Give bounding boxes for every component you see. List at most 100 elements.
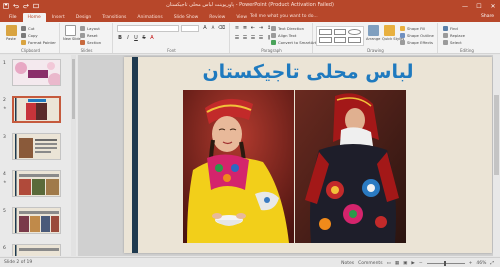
tab-file[interactable]: File [4, 13, 22, 22]
slide-thumbnail-1[interactable] [12, 59, 61, 86]
shape-oval[interactable] [348, 29, 361, 35]
slide-thumbnail-6[interactable] [12, 244, 61, 256]
find-button[interactable]: Find [443, 25, 458, 31]
slide-sorter-icon[interactable]: ▦ [395, 261, 399, 266]
shape-rect[interactable] [333, 37, 347, 43]
paste-button[interactable]: Paste [4, 25, 18, 45]
quick-styles-button[interactable]: Quick Styles [382, 25, 404, 45]
align-text-button[interactable]: Align Text [271, 32, 296, 38]
shapes-gallery[interactable] [316, 26, 364, 46]
notes-button[interactable]: Notes [341, 261, 354, 266]
numbering-icon[interactable]: ≣ [242, 25, 248, 31]
canvas-scrollbar[interactable] [493, 55, 500, 256]
bold-button[interactable]: B [117, 35, 123, 41]
font-size-buttons: A A ⌫ [202, 25, 225, 31]
tell-me-search[interactable]: Tell me what you want to do... [250, 14, 318, 19]
tab-slide-show[interactable]: Slide Show [169, 13, 204, 22]
shape-effects-icon [400, 39, 405, 45]
share-button[interactable]: Share [481, 14, 494, 19]
arrange-button[interactable]: Arrange [366, 25, 380, 45]
align-center-icon[interactable]: ☰ [242, 35, 248, 41]
reset-button[interactable]: Reset [80, 32, 98, 38]
slide-thumbnail-4[interactable] [12, 170, 61, 197]
tab-review[interactable]: Review [204, 13, 230, 22]
tab-transitions[interactable]: Transitions [97, 13, 131, 22]
select-button[interactable]: Select [443, 39, 462, 45]
decrease-font-icon[interactable]: A [210, 25, 216, 31]
format-painter-button[interactable]: Format Painter [21, 39, 56, 45]
save-icon[interactable] [2, 2, 9, 9]
maximize-button[interactable]: ☐ [472, 0, 486, 12]
tab-animations[interactable]: Animations [132, 13, 167, 22]
current-slide[interactable]: لباس محلی تاجیکستان [124, 57, 492, 253]
shape-fill-button[interactable]: Shape Fill [400, 25, 425, 31]
shape-effects-button[interactable]: Shape Effects [400, 39, 433, 45]
comments-button[interactable]: Comments [358, 261, 382, 266]
italic-button[interactable]: I [125, 35, 131, 41]
shape-rect[interactable] [319, 29, 332, 35]
slide-thumbnail-2[interactable] [12, 96, 61, 123]
tab-view[interactable]: View [231, 13, 252, 22]
increase-indent-icon[interactable]: ⇥ [258, 25, 264, 31]
shape-rect[interactable] [348, 37, 361, 43]
section-button[interactable]: Section [80, 39, 101, 45]
photo-woman-traditional-robe[interactable] [295, 90, 406, 243]
tab-home[interactable]: Home [22, 13, 46, 22]
underline-button[interactable]: U [133, 35, 139, 41]
paste-icon [5, 25, 17, 36]
decrease-indent-icon[interactable]: ⇤ [250, 25, 256, 31]
tab-design[interactable]: Design [71, 13, 97, 22]
smartart-icon [271, 39, 276, 45]
slide-title[interactable]: لباس محلی تاجیکستان [164, 59, 452, 85]
ribbon-tabs: File Home Insert Design Transitions Anim… [4, 13, 252, 22]
redo-icon[interactable] [22, 2, 29, 9]
close-button[interactable]: ✕ [486, 0, 500, 12]
strikethrough-button[interactable]: S [141, 35, 147, 41]
font-color-button[interactable]: A [149, 35, 155, 41]
align-right-icon[interactable]: ☰ [250, 35, 256, 41]
minimize-button[interactable]: — [458, 0, 472, 12]
slide-thumbnail-3[interactable] [12, 133, 61, 160]
font-size-select[interactable] [181, 25, 199, 32]
normal-view-icon[interactable]: ▭ [387, 261, 391, 266]
clear-formatting-icon[interactable]: ⌫ [218, 25, 225, 31]
align-left-icon[interactable]: ☰ [234, 35, 240, 41]
shape-rect[interactable] [333, 29, 347, 35]
text-direction-icon [271, 25, 276, 31]
fit-to-window-icon[interactable]: ⤢ [490, 260, 494, 266]
replace-label: Replace [450, 32, 466, 38]
reading-view-icon[interactable]: ▣ [403, 261, 407, 266]
replace-icon [443, 32, 448, 38]
font-family-select[interactable] [117, 25, 179, 32]
align-text-icon [271, 32, 276, 38]
undo-icon[interactable] [12, 2, 19, 9]
zoom-out-icon[interactable]: − [419, 261, 423, 266]
text-direction-button[interactable]: Text Direction [271, 25, 304, 31]
justify-icon[interactable]: ☰ [258, 35, 264, 41]
new-slide-button[interactable]: New Slide [63, 25, 81, 45]
photo-woman-yellow-dress[interactable] [183, 90, 294, 243]
scrollbar-thumb[interactable] [494, 95, 499, 175]
layout-button[interactable]: Layout [80, 25, 100, 31]
animation-star-icon: ★ [3, 105, 7, 110]
start-slideshow-icon[interactable] [32, 2, 39, 9]
tab-insert[interactable]: Insert [47, 13, 70, 22]
drawing-group: Arrange Quick Styles Shape Fill Shape Ou… [314, 23, 438, 53]
zoom-slider[interactable] [426, 260, 465, 266]
zoom-level[interactable]: 46% [476, 261, 486, 266]
thumbnail-scrollbar[interactable] [71, 55, 76, 256]
zoom-slider-thumb[interactable] [444, 260, 447, 266]
shape-outline-button[interactable]: Shape Outline [400, 32, 434, 38]
select-icon [443, 39, 448, 45]
increase-font-icon[interactable]: A [202, 25, 208, 31]
scrollbar-thumb[interactable] [72, 59, 75, 119]
bullets-icon[interactable]: ≡ [234, 25, 240, 31]
slideshow-view-icon[interactable]: ▶ [411, 261, 414, 266]
copy-button[interactable]: Copy [21, 32, 38, 38]
shape-rect[interactable] [319, 37, 332, 43]
cut-button[interactable]: Cut [21, 25, 35, 31]
slide-thumbnail-5[interactable] [12, 207, 61, 234]
convert-smartart-button[interactable]: Convert to SmartArt [271, 39, 316, 45]
zoom-in-icon[interactable]: + [469, 261, 473, 266]
replace-button[interactable]: Replace [443, 32, 465, 38]
